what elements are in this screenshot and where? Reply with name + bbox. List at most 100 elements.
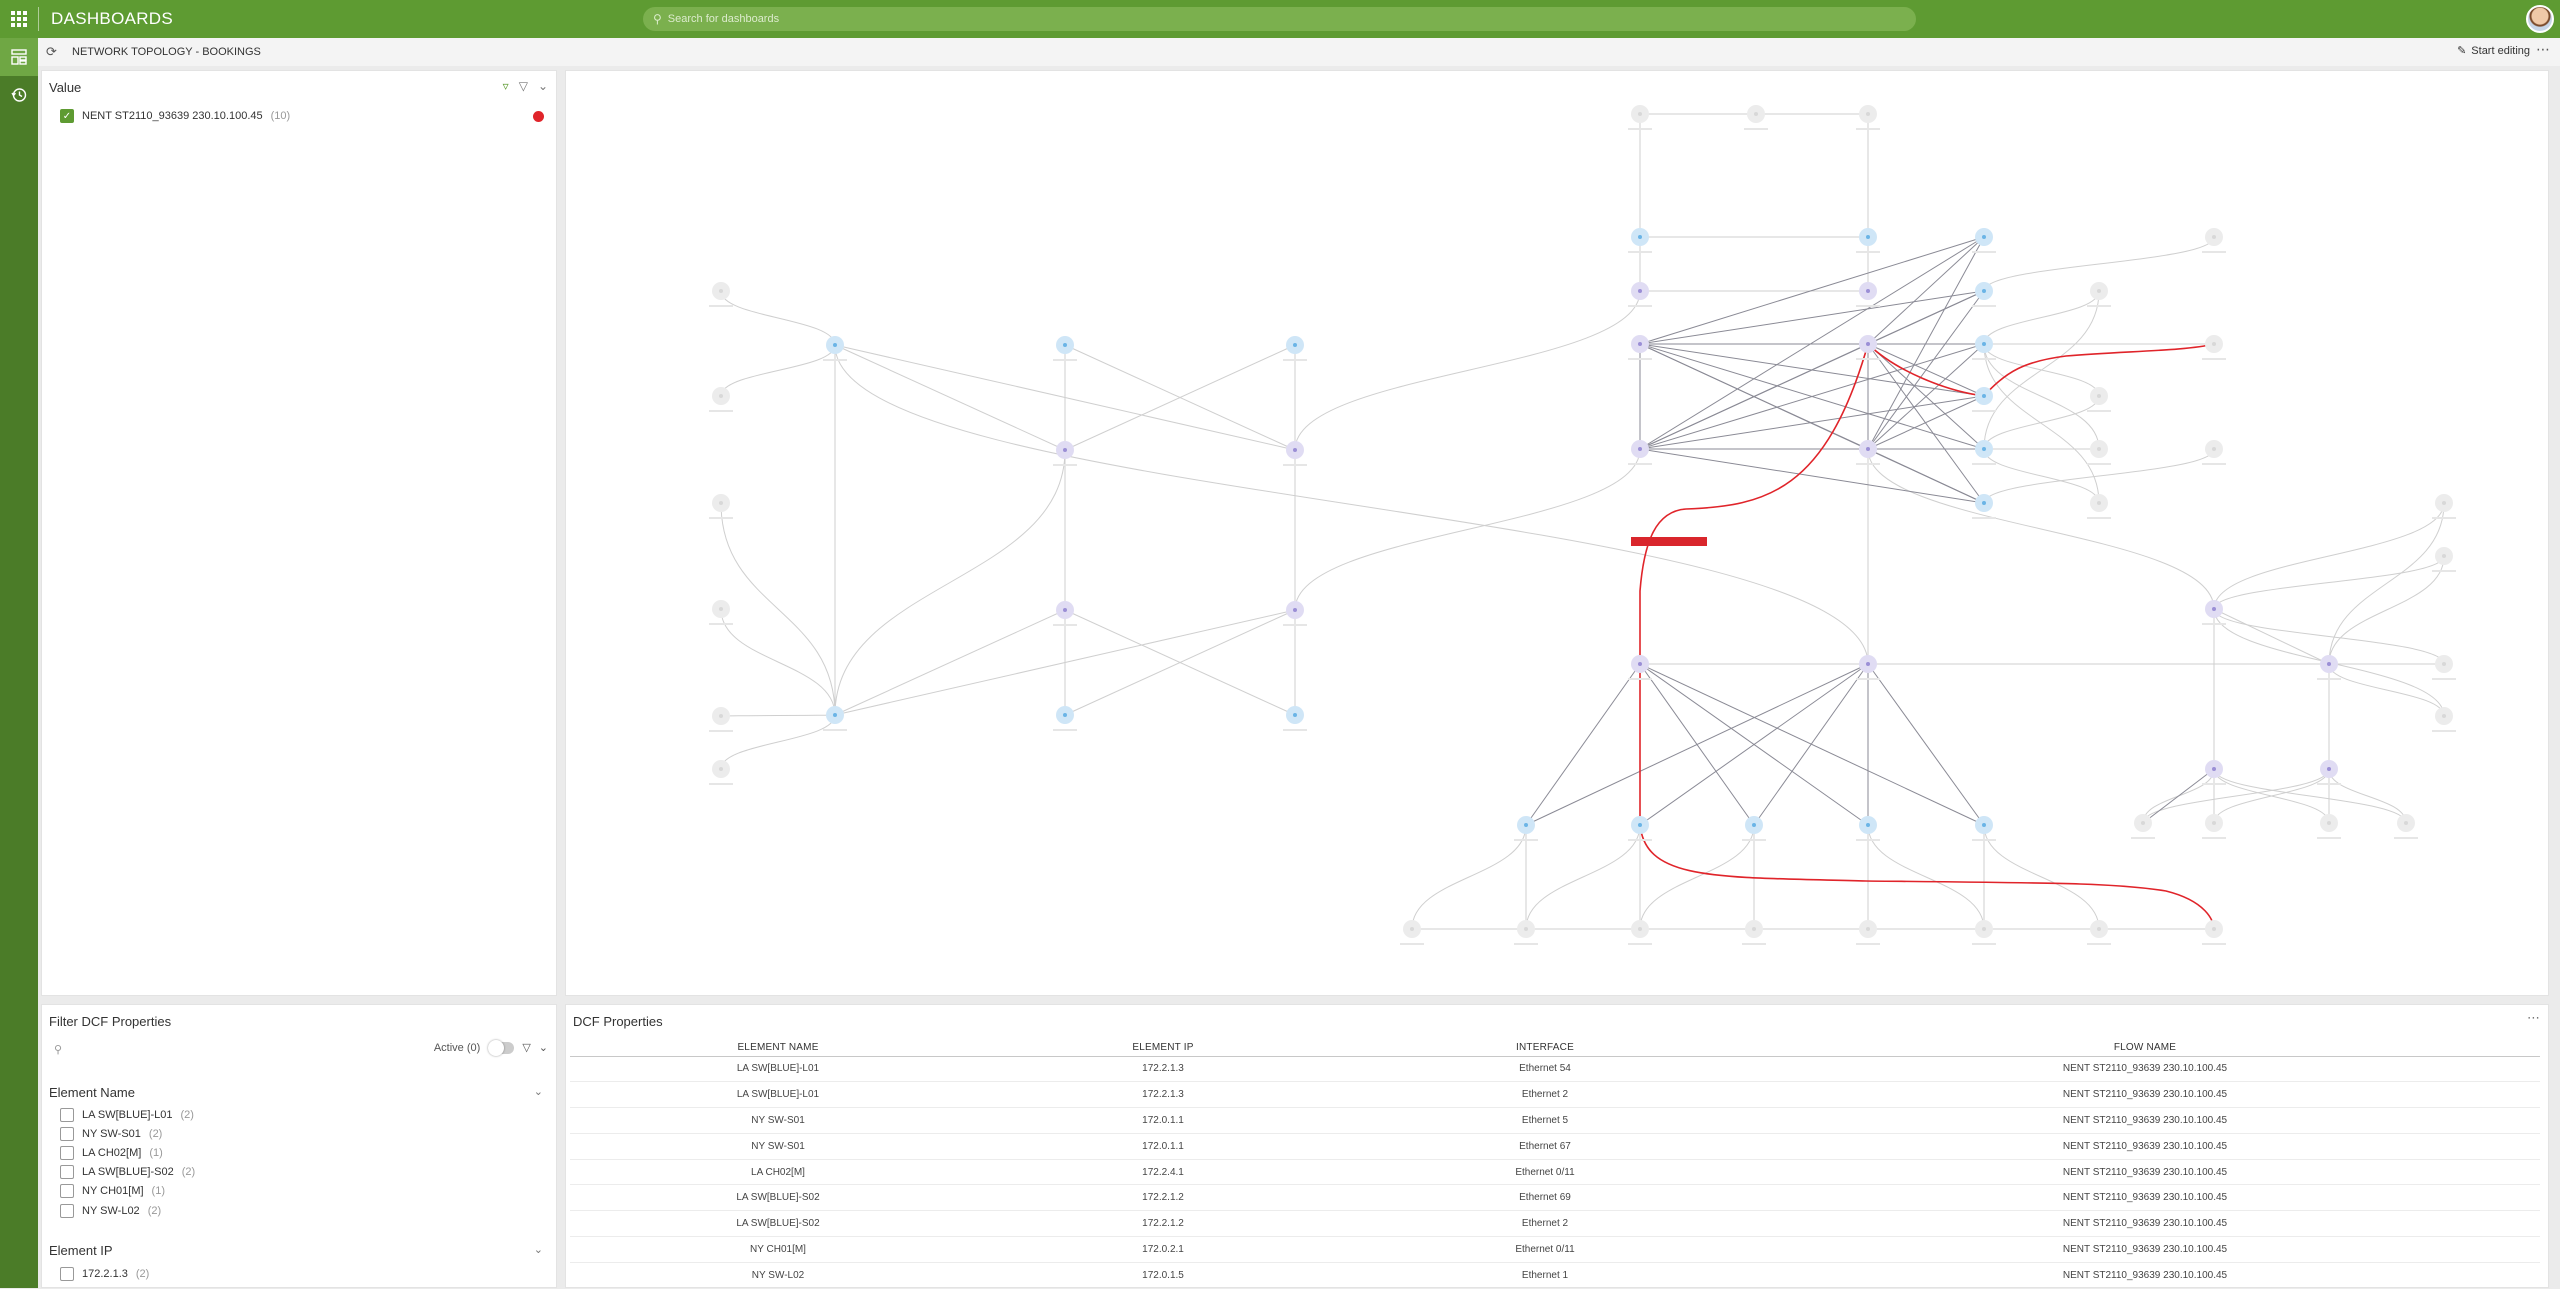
list-item[interactable]: 172.2.1.3 (2)	[60, 1264, 149, 1283]
value-item-count: (10)	[270, 110, 291, 122]
filter-item-label: 172.2.1.3	[82, 1267, 128, 1280]
topology-node-caption	[823, 359, 847, 361]
search-input[interactable]	[667, 13, 1805, 25]
dcf-table: ELEMENT NAME ELEMENT IP INTERFACE FLOW N…	[570, 1040, 2540, 1289]
start-editing-button[interactable]: ✎ Start editing	[2457, 44, 2530, 58]
filter-search-icon[interactable]: ⚲	[54, 1043, 62, 1056]
topology-node-center	[2212, 342, 2216, 346]
topology-nodes[interactable]	[709, 105, 2456, 945]
topology-node-center	[1866, 927, 1870, 931]
table-cell: Ethernet 2	[1340, 1210, 1750, 1238]
topology-node-caption	[1514, 943, 1538, 945]
filter-checkbox[interactable]	[60, 1107, 74, 1122]
topology-node-caption	[1283, 624, 1307, 626]
network-topology-diagram[interactable]	[566, 71, 2548, 995]
list-item[interactable]: NY SW-L02 (2)	[60, 1201, 195, 1220]
list-item[interactable]: LA SW[BLUE]-S02 (2)	[60, 1163, 195, 1182]
table-row[interactable]: LA SW[BLUE]-S02 172.2.1.2 Ethernet 69 NENT …	[570, 1184, 2540, 1212]
column-header[interactable]: FLOW NAME	[1750, 1040, 2540, 1057]
topology-node-center	[2141, 821, 2145, 825]
list-item[interactable]: NY CH01[M] (1)	[60, 1182, 195, 1201]
table-row[interactable]: NY SW-S01 172.0.1.1 Ethernet 67 NENT ST2110…	[570, 1133, 2540, 1160]
status-dot	[533, 111, 544, 122]
table-cell: NY SW-S01	[570, 1107, 986, 1134]
search-icon: ⚲	[653, 12, 662, 26]
table-row[interactable]: LA SW[BLUE]-S02 172.2.1.2 Ethernet 2 NENT S…	[570, 1210, 2540, 1238]
table-cell: NENT ST2110_93639 230.10.100.45	[1750, 1133, 2540, 1160]
filter-checkbox[interactable]	[60, 1126, 74, 1141]
topology-node-caption	[1972, 463, 1996, 465]
list-item[interactable]: LA SW[BLUE]-L01 (2)	[60, 1105, 195, 1124]
element-name-list: LA SW[BLUE]-L01 (2) NY SW-S01 (2) LA CH02[…	[60, 1105, 195, 1220]
topology-node-center	[2327, 821, 2331, 825]
filter-checkbox[interactable]	[60, 1203, 74, 1218]
rail-history-button[interactable]	[0, 76, 38, 114]
element-name-section[interactable]: Element Name ⌄	[49, 1085, 549, 1100]
column-header[interactable]: ELEMENT NAME	[570, 1040, 986, 1057]
dashboard-search[interactable]: ⚲	[643, 7, 1916, 31]
topology-node-center	[1866, 662, 1870, 666]
table-row[interactable]: NY SW-L02 172.0.1.5 Ethernet 1 NENT ST2110_…	[570, 1262, 2540, 1289]
topology-node-center	[1752, 927, 1756, 931]
column-header[interactable]: INTERFACE	[1340, 1040, 1750, 1057]
value-checkbox[interactable]: ✓	[60, 109, 74, 123]
topology-node-center	[1638, 823, 1642, 827]
table-cell: Ethernet 54	[1340, 1056, 1750, 1083]
chevron-down-icon[interactable]: ⌄	[534, 1085, 543, 1098]
topology-node-center	[1063, 448, 1067, 452]
list-item[interactable]: NY SW-S01 (2)	[60, 1124, 195, 1143]
filter-checkbox[interactable]	[60, 1165, 74, 1180]
avatar[interactable]	[2526, 5, 2554, 33]
topology-node-caption	[2131, 837, 2155, 839]
table-cell: LA CH02[M]	[570, 1159, 986, 1186]
filter-icon[interactable]: ▽	[522, 1041, 530, 1054]
table-row[interactable]: NY CH01[M] 172.0.2.1 Ethernet 0/11 NENT ST2…	[570, 1236, 2540, 1263]
topology-node-caption	[1856, 128, 1880, 130]
more-options-icon[interactable]: ⋯	[2536, 42, 2550, 58]
topology-node-caption	[1053, 729, 1077, 731]
filter-checkbox[interactable]	[60, 1145, 74, 1160]
sitemap-icon	[11, 49, 27, 65]
topology-node-caption	[2087, 463, 2111, 465]
topology-node-center	[2097, 289, 2101, 293]
chevron-down-icon[interactable]: ⌄	[534, 1243, 543, 1256]
filter-checkbox[interactable]	[60, 1266, 74, 1281]
topology-node-caption	[1628, 839, 1652, 841]
table-row[interactable]: LA CH02[M] 172.2.4.1 Ethernet 0/11 NENT ST2…	[570, 1159, 2540, 1186]
app-title: DASHBOARDS	[51, 9, 174, 28]
list-item[interactable]: LA CH02[M] (1)	[60, 1143, 195, 1162]
topology-node-caption	[1856, 678, 1880, 680]
element-ip-section[interactable]: Element IP ⌄	[49, 1243, 549, 1258]
column-header[interactable]: ELEMENT IP	[986, 1040, 1340, 1057]
page-title: NETWORK TOPOLOGY - BOOKINGS	[72, 46, 261, 58]
table-row[interactable]: NY SW-S01 172.0.1.1 Ethernet 5 NENT ST2110_…	[570, 1107, 2540, 1134]
topology-node-center	[1638, 447, 1642, 451]
refresh-icon[interactable]: ⟳	[46, 45, 64, 60]
left-rail	[0, 38, 38, 1288]
filter-checkbox[interactable]	[60, 1184, 74, 1199]
topology-node-center	[719, 394, 723, 398]
chevron-down-icon[interactable]: ⌄	[539, 1041, 548, 1054]
table-row[interactable]: LA SW[BLUE]-L01 172.2.1.3 Ethernet 2 NENT S…	[570, 1081, 2540, 1109]
more-options-icon[interactable]: ⋯	[2527, 1011, 2540, 1026]
element-ip-list: 172.2.1.3 (2)	[60, 1264, 149, 1283]
topology-node-caption	[2202, 783, 2226, 785]
filter-applied-icon[interactable]: ▿	[503, 79, 509, 93]
topology-node-caption	[1628, 251, 1652, 253]
filter-item-count: (2)	[147, 1204, 162, 1217]
topology-node-caption	[1628, 358, 1652, 360]
active-toggle[interactable]	[488, 1039, 515, 1056]
filter-icon[interactable]: ▽	[519, 79, 528, 93]
filter-item-label: LA SW[BLUE]-S02	[82, 1166, 174, 1179]
rail-dashboards-button[interactable]	[0, 38, 38, 76]
table-row[interactable]: LA SW[BLUE]-L01 172.2.1.3 Ethernet 54 NENT …	[570, 1056, 2540, 1083]
topology-node-caption	[1628, 463, 1652, 465]
chevron-down-icon[interactable]: ⌄	[538, 79, 548, 93]
topology-node-caption	[1400, 943, 1424, 945]
table-cell: 172.0.1.1	[986, 1133, 1340, 1160]
apps-grid-icon[interactable]	[0, 0, 38, 38]
topology-node-caption	[1628, 305, 1652, 307]
value-panel: Value ▿ ▽ ⌄ ✓ NENT ST2110_93639 230.10.1…	[41, 70, 557, 996]
topology-node-caption	[709, 410, 733, 412]
value-item[interactable]: ✓ NENT ST2110_93639 230.10.100.45 (10)	[60, 109, 290, 123]
